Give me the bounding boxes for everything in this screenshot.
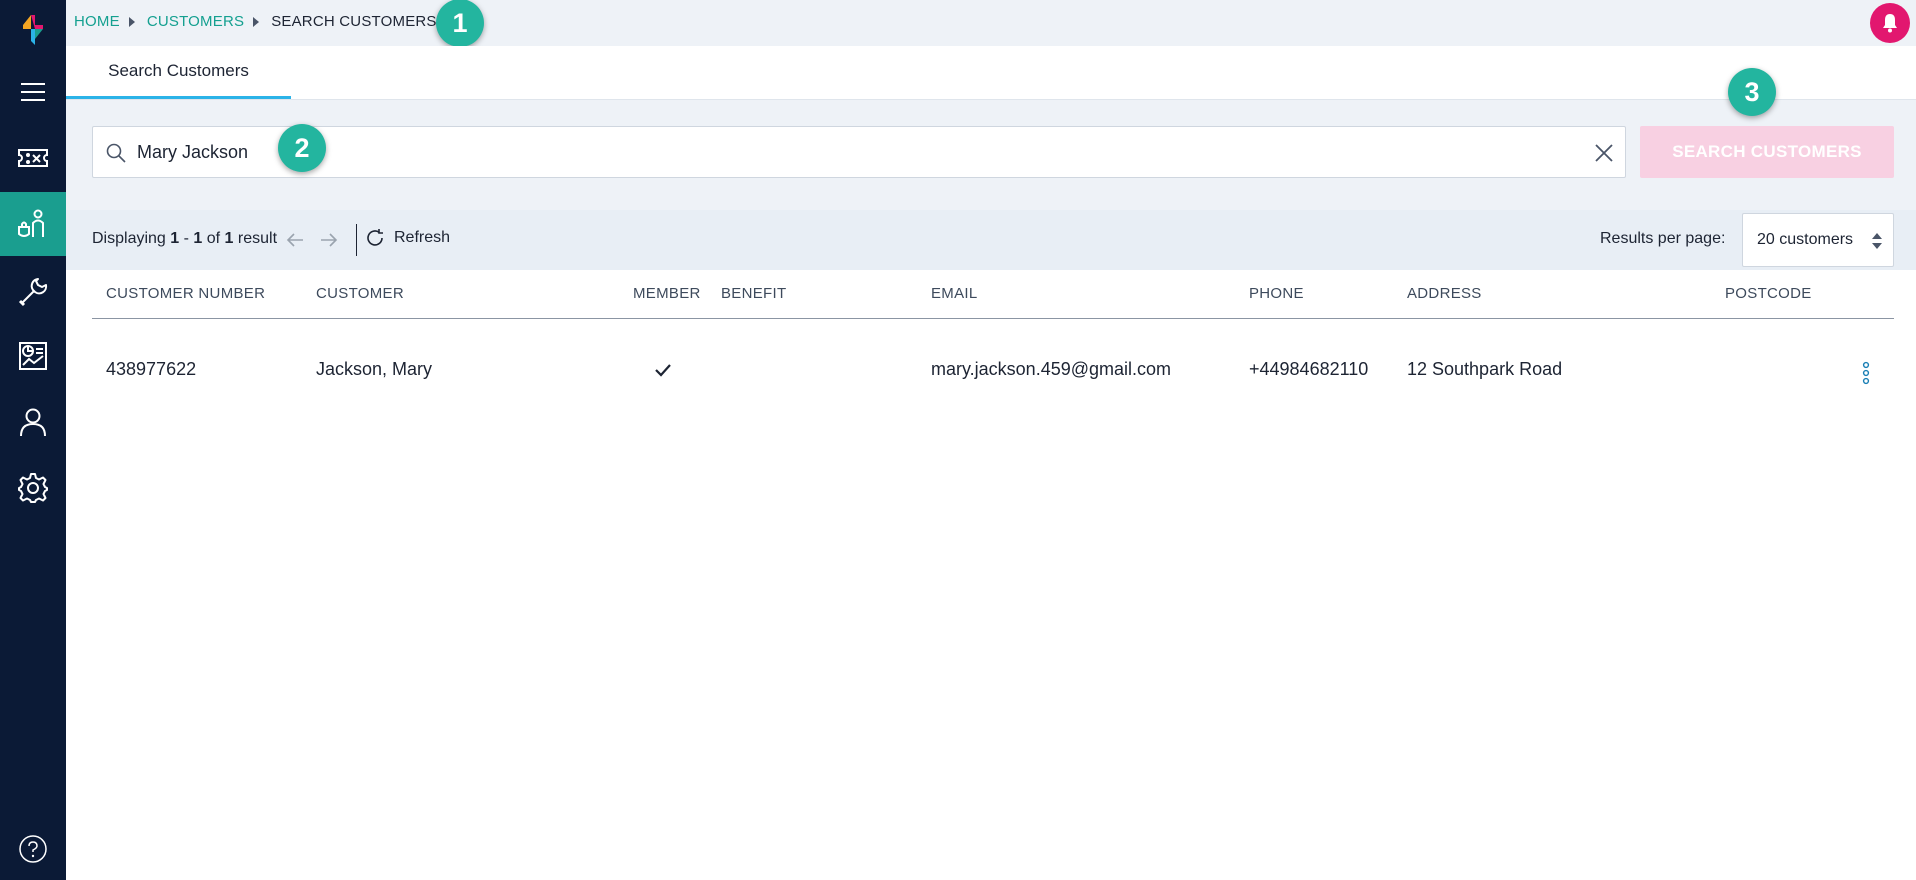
ticket-icon [18,149,48,167]
search-icon [106,143,126,163]
notifications-button[interactable] [1870,3,1910,43]
table-header: CUSTOMER NUMBER CUSTOMER MEMBER BENEFIT … [92,270,1894,319]
results-toolbar: Displaying 1 - 1 of 1 result Refresh Res… [66,210,1916,270]
breadcrumb-separator-icon [253,16,260,27]
column-header-email[interactable]: EMAIL [931,285,978,302]
search-input[interactable] [137,135,1557,169]
refresh-button[interactable]: Refresh [364,227,450,249]
user-icon [20,408,46,437]
step-marker-1: 1 [436,0,484,47]
report-icon [19,342,47,370]
sidebar-item-profile[interactable] [0,390,66,454]
cell-customer-number: 438977622 [106,359,197,379]
search-panel: 2 SEARCH CUSTOMERS 3 [66,68,1916,210]
column-header-postcode[interactable]: POSTCODE [1725,285,1812,302]
customers-table: CUSTOMER NUMBER CUSTOMER MEMBER BENEFIT … [92,270,1894,405]
results-per-page-value: 20 customers [1757,231,1854,248]
main-content: HOME CUSTOMERS SEARCH CUSTOMERS 1 Search… [66,0,1916,880]
sort-arrows-icon [1872,233,1882,249]
gear-icon [18,473,48,503]
sidebar-item-tools[interactable] [0,258,66,322]
toolbar-divider [356,224,357,256]
cell-email: mary.jackson.459@gmail.com [931,359,1172,379]
clear-icon[interactable] [1593,142,1615,164]
sidebar-item-help[interactable] [0,826,66,872]
displaying-label: Displaying [92,230,166,247]
next-page-icon[interactable] [317,228,341,252]
cell-phone: +44984682110 [1249,359,1369,379]
bell-icon [1883,14,1897,33]
cell-address: 12 Southpark Road [1407,359,1563,379]
checkmark-icon [655,364,671,377]
sidebar-item-menu[interactable] [0,60,66,124]
step-marker-2: 2 [278,124,326,172]
menu-icon [21,83,45,101]
step-marker-3: 3 [1728,68,1776,116]
column-header-customer-number[interactable]: CUSTOMER NUMBER [106,285,265,302]
app-logo[interactable] [0,0,66,60]
cell-customer: Jackson, Mary [316,359,433,379]
results-per-page-label: Results per page: [1600,230,1726,247]
sidebar-item-reports[interactable] [0,324,66,388]
breadcrumb-separator-icon [128,16,135,27]
sidebar-item-tickets[interactable] [0,126,66,190]
refresh-icon [367,229,383,246]
result-label: result [233,230,278,247]
breadcrumb-home[interactable]: HOME [74,13,120,30]
search-customers-button[interactable]: SEARCH CUSTOMERS [1640,126,1894,178]
logo-icon [23,15,43,45]
tab-search-customers[interactable]: Search Customers [66,46,291,99]
column-header-phone[interactable]: PHONE [1249,285,1304,302]
sidebar-item-customers[interactable] [0,192,66,256]
range-separator: - [179,230,194,247]
results-per-page-select[interactable]: 20 customers [1742,213,1894,267]
breadcrumb: HOME CUSTOMERS SEARCH CUSTOMERS [74,13,437,30]
of-label: of [202,230,225,247]
refresh-label: Refresh [394,229,451,246]
app-window: HOME CUSTOMERS SEARCH CUSTOMERS 1 Search… [0,0,1916,880]
column-header-customer[interactable]: CUSTOMER [316,285,404,302]
previous-page-icon[interactable] [283,228,307,252]
customer-service-icon [18,209,44,237]
table-row[interactable]: 438977622 Jackson, Mary mary.jackson.459… [92,319,1894,405]
results-count: Displaying 1 - 1 of 1 result [92,230,277,248]
breadcrumb-current: SEARCH CUSTOMERS [271,13,437,30]
range-end: 1 [193,230,203,247]
tab-bar: Search Customers [66,46,1916,100]
range-start: 1 [170,230,180,247]
column-header-address[interactable]: ADDRESS [1407,285,1482,302]
help-icon [19,835,47,863]
wrench-icon [18,278,48,307]
sidebar [0,0,66,880]
breadcrumb-customers[interactable]: CUSTOMERS [147,13,244,30]
column-header-member[interactable]: MEMBER [633,285,701,302]
top-bar: HOME CUSTOMERS SEARCH CUSTOMERS 1 [66,0,1916,47]
sidebar-item-settings[interactable] [0,456,66,520]
column-header-benefit[interactable]: BENEFIT [721,285,786,302]
more-options-icon[interactable] [1862,361,1870,385]
